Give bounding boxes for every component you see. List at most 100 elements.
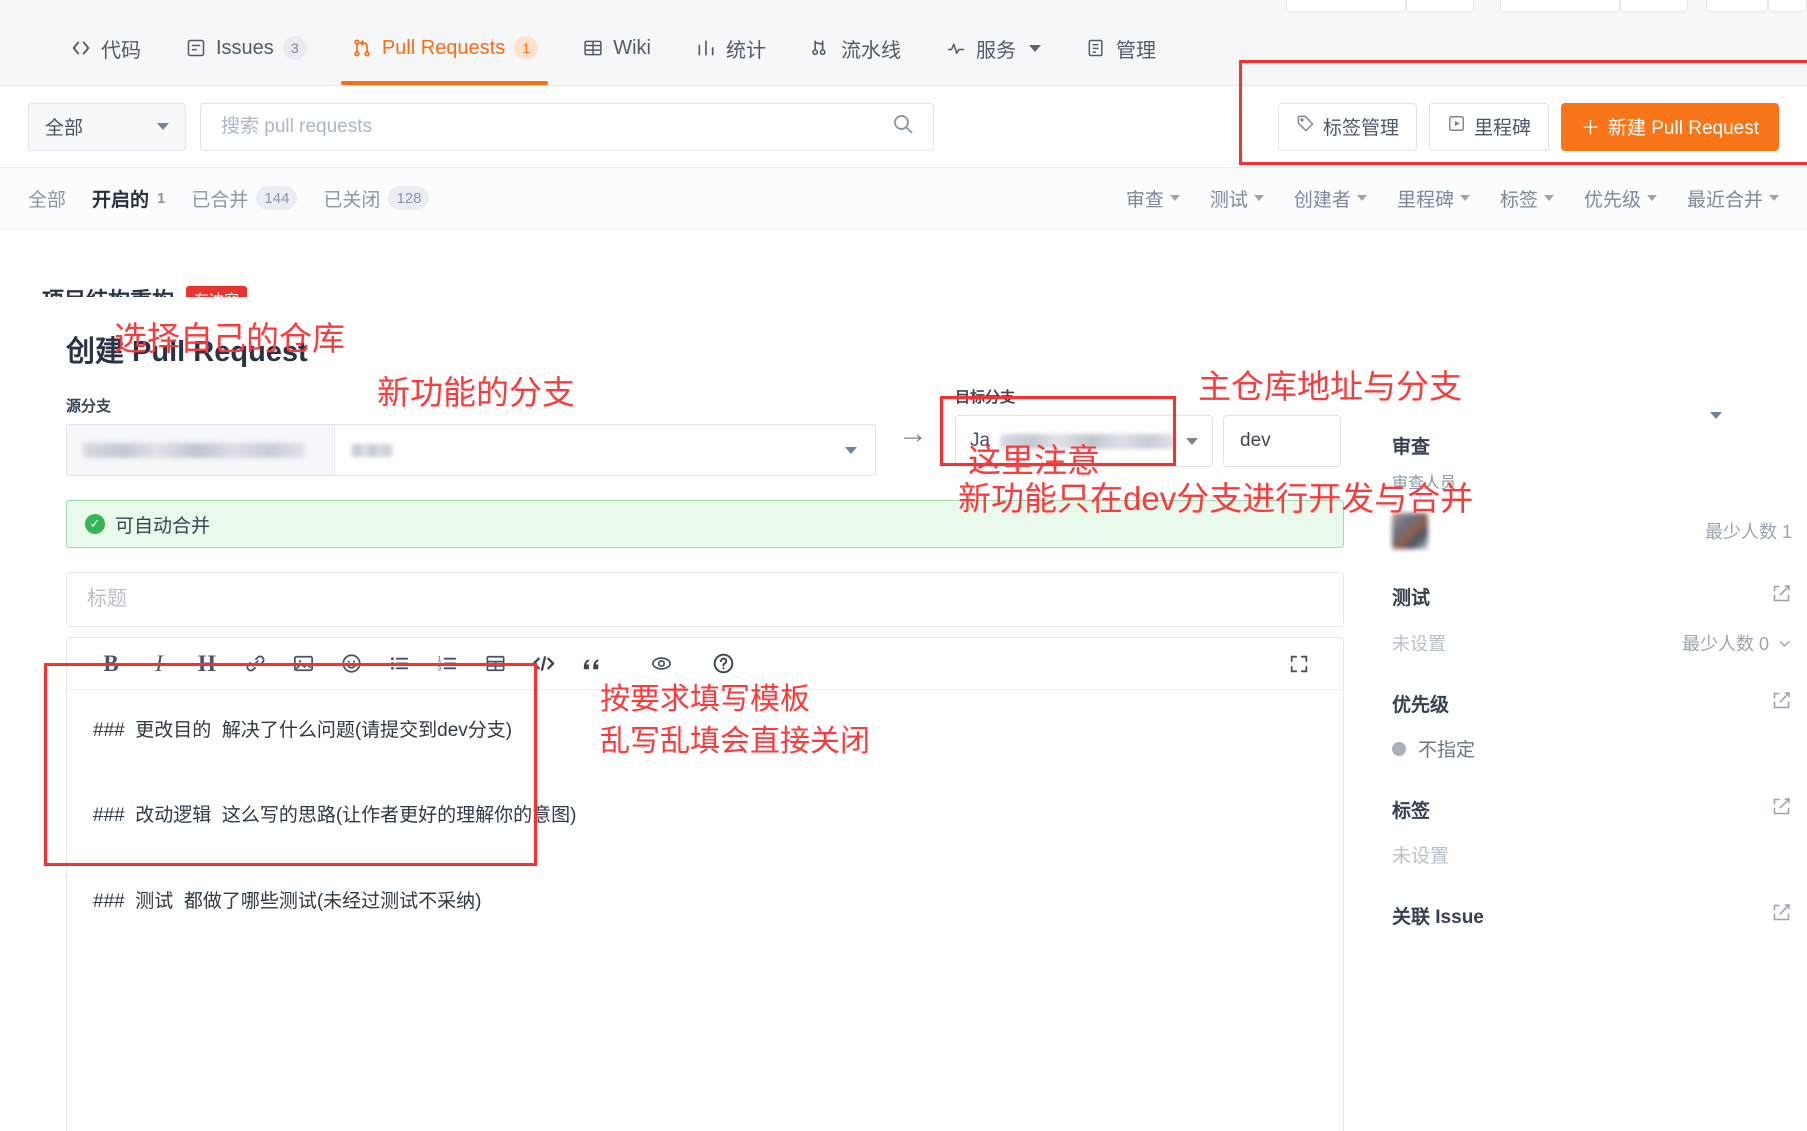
filter-milestone-label: 里程碑: [1396, 189, 1454, 211]
tab-issues-badge: 3: [282, 36, 307, 60]
pencil-square-icon[interactable]: [1771, 902, 1792, 929]
tag-icon: [1296, 114, 1315, 139]
pull-request-icon: [351, 37, 373, 59]
image-icon[interactable]: [281, 644, 325, 684]
filter-test[interactable]: 测试: [1210, 185, 1264, 212]
link-icon[interactable]: [233, 644, 277, 684]
unordered-list-icon[interactable]: [377, 644, 421, 684]
filter-creator[interactable]: 创建者: [1294, 185, 1367, 212]
label-manage-button[interactable]: 标签管理: [1277, 102, 1417, 151]
filter-priority-label: 优先级: [1583, 189, 1641, 211]
chevron-down-icon[interactable]: [1710, 412, 1722, 419]
search-icon[interactable]: [891, 112, 915, 141]
label-title: 标签: [1392, 801, 1431, 822]
priority-row: 不指定: [1392, 735, 1792, 762]
new-pull-request-label: 新建 Pull Request: [1607, 118, 1759, 139]
test-title: 测试: [1392, 588, 1431, 609]
tab-pipeline[interactable]: 流水线: [788, 11, 923, 85]
filter-priority[interactable]: 优先级: [1584, 185, 1657, 212]
filter-test-label: 测试: [1209, 189, 1248, 211]
source-repo-redacted-value: [83, 442, 305, 458]
tab-pull-requests-badge: 1: [514, 36, 539, 60]
target-branch-field[interactable]: dev: [1223, 415, 1341, 467]
annotation-note-here: 这里注意: [968, 442, 1100, 479]
issue-icon: [185, 37, 207, 59]
test-min-count-wrap[interactable]: 最少人数 0: [1682, 630, 1792, 656]
state-filter-all[interactable]: 全部: [28, 185, 66, 212]
emoji-icon[interactable]: [329, 644, 373, 684]
target-branch-value: dev: [1240, 430, 1271, 451]
editor-line-logic: ### 改动逻辑 这么写的思路(让作者更好的理解你的意图): [93, 805, 577, 827]
filter-creator-label: 创建者: [1293, 189, 1351, 211]
tab-statistics[interactable]: 统计: [673, 11, 788, 85]
chevron-down-icon: [845, 446, 857, 454]
pr-title-input[interactable]: [85, 587, 1325, 612]
attribute-filters: 审查 测试 创建者 里程碑 标签 优先级 最近合并: [1126, 185, 1779, 212]
chevron-down-icon: [157, 123, 169, 130]
bold-icon[interactable]: B: [89, 644, 133, 684]
state-filter-merged[interactable]: 已合并 144: [191, 185, 298, 212]
state-filter-closed-count: 128: [388, 186, 430, 210]
tab-settings[interactable]: 管理: [1063, 11, 1178, 85]
editor-line-test: ### 测试 都做了哪些测试(未经过测试不采纳): [93, 890, 482, 912]
scope-select-value: 全部: [45, 118, 84, 139]
state-filter-all-label: 全部: [28, 189, 67, 211]
issue-header: 关联 Issue: [1392, 902, 1792, 929]
filter-label-label: 标签: [1499, 189, 1538, 211]
chevron-down-icon: [1459, 195, 1470, 201]
service-icon: [945, 37, 967, 59]
pencil-square-icon[interactable]: [1771, 583, 1792, 610]
pipeline-icon: [810, 37, 832, 59]
filter-recently-merged[interactable]: 最近合并: [1687, 185, 1779, 212]
cutoff-widget-5: [1706, 0, 1768, 12]
state-filter-closed-label: 已关闭: [323, 189, 381, 211]
cutoff-widget-4: [1620, 0, 1688, 12]
settings-icon: [1085, 37, 1107, 59]
state-filter-open[interactable]: 开启的 1: [92, 185, 165, 212]
review-min-count: 最少人数 1: [1704, 522, 1792, 542]
chart-icon: [695, 37, 717, 59]
merge-status-text: 可自动合并: [115, 515, 211, 537]
source-branch-selector[interactable]: [66, 424, 876, 476]
annotation-choose-own-repo: 选择自己的仓库: [114, 320, 345, 357]
priority-header: 优先级: [1392, 690, 1792, 717]
branch-direction-arrow-icon: →: [898, 417, 928, 450]
scope-select[interactable]: 全部: [28, 102, 186, 151]
quote-icon[interactable]: [569, 644, 613, 684]
pencil-square-icon[interactable]: [1771, 690, 1792, 717]
tab-pipeline-label: 流水线: [840, 39, 901, 62]
tab-pull-requests[interactable]: Pull Requests 1: [329, 11, 560, 85]
source-repo-field[interactable]: [67, 425, 335, 475]
filter-review[interactable]: 审查: [1126, 185, 1180, 212]
filter-milestone[interactable]: 里程碑: [1397, 185, 1470, 212]
filter-label[interactable]: 标签: [1500, 185, 1554, 212]
heading-icon[interactable]: H: [185, 644, 229, 684]
source-branch-field[interactable]: [335, 443, 875, 457]
help-icon[interactable]: [701, 644, 745, 684]
filter-recently-merged-label: 最近合并: [1686, 189, 1763, 211]
search-container[interactable]: [200, 102, 934, 151]
ordered-list-icon[interactable]: 123: [425, 644, 469, 684]
italic-icon[interactable]: I: [137, 644, 181, 684]
state-filter-closed[interactable]: 已关闭 128: [323, 185, 430, 212]
fullscreen-icon[interactable]: [1277, 644, 1321, 684]
chevron-down-icon: [1169, 195, 1180, 201]
code-block-icon[interactable]: [521, 644, 565, 684]
preview-eye-icon[interactable]: [639, 644, 683, 684]
create-pull-request-panel: 创建 Pull Request 源分支 → 目标分支 Ja dev ✓ 可自动合…: [0, 300, 1807, 1131]
tab-services[interactable]: 服务: [923, 11, 1063, 85]
pr-title-container[interactable]: [66, 572, 1344, 627]
tab-wiki[interactable]: Wiki: [560, 11, 673, 85]
milestone-button[interactable]: 里程碑: [1428, 102, 1549, 151]
state-filters: 全部 开启的 1 已合并 144 已关闭 128: [28, 185, 430, 212]
priority-dot-icon: [1392, 741, 1406, 756]
source-branch-label: 源分支: [66, 398, 112, 415]
table-icon[interactable]: [473, 644, 517, 684]
priority-value: 不指定: [1418, 740, 1476, 761]
pencil-square-icon[interactable]: [1771, 796, 1792, 823]
cutoff-widget-2: [1406, 0, 1474, 12]
tab-issues[interactable]: Issues 3: [163, 11, 329, 85]
new-pull-request-button[interactable]: ＋ 新建 Pull Request: [1560, 102, 1779, 151]
tab-code[interactable]: 代码: [48, 11, 163, 85]
search-input[interactable]: [219, 114, 891, 139]
